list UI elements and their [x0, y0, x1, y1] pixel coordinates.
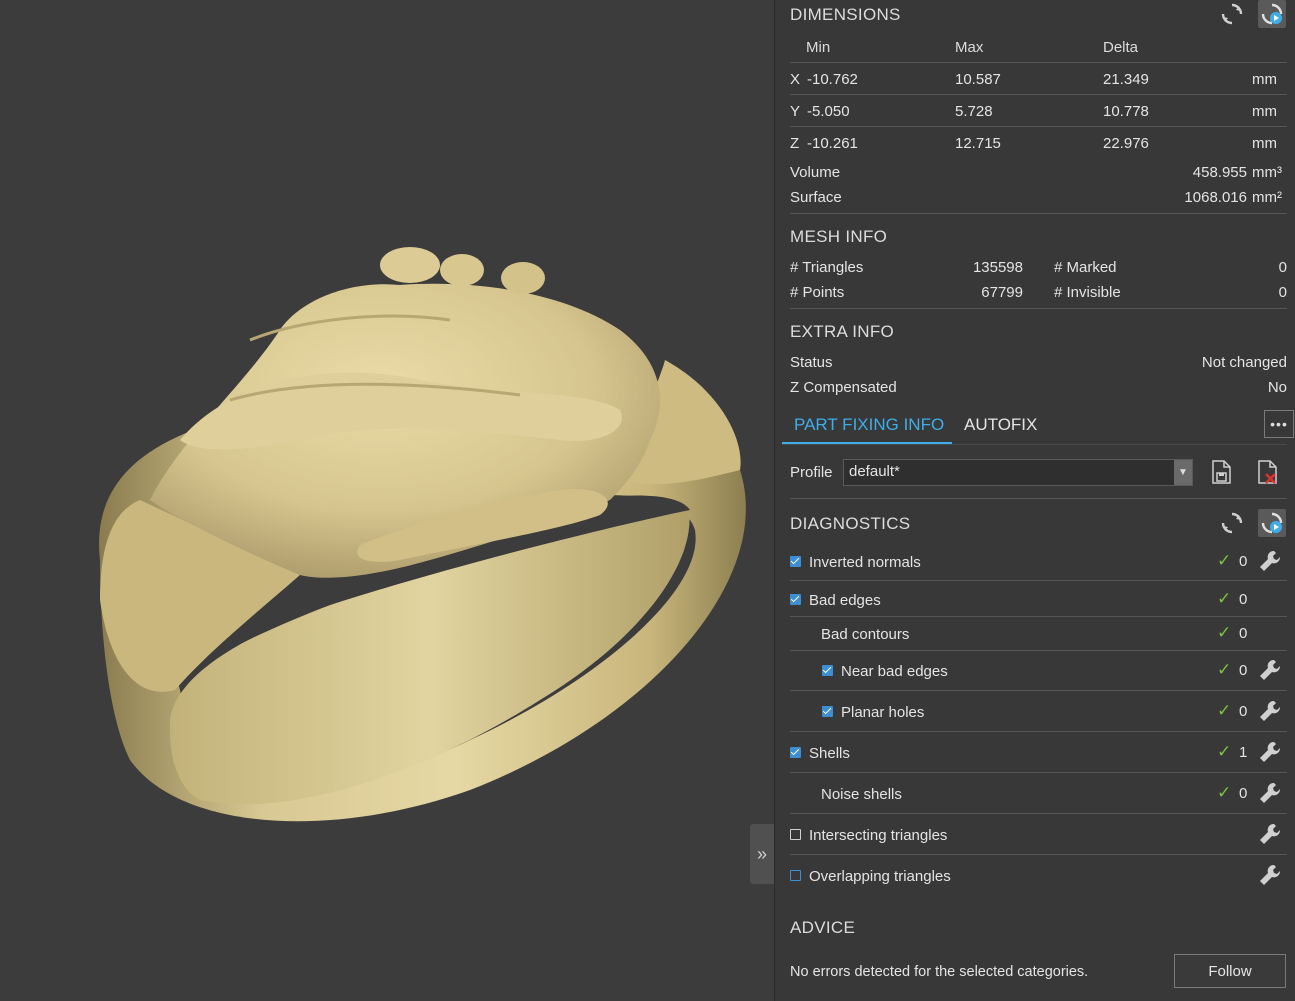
col-header-max: Max: [955, 39, 984, 56]
ring-model: [99, 247, 746, 822]
refresh-icon[interactable]: [1218, 0, 1246, 28]
dim-row-z-unit: mm: [1252, 135, 1277, 152]
diag-item-label: Near bad edges: [841, 663, 948, 680]
surface-unit: mm²: [1252, 189, 1282, 206]
diagnostics-refresh-icon[interactable]: [1218, 509, 1246, 537]
dim-row-z-delta: 22.976: [1103, 135, 1149, 152]
wrench-icon[interactable]: [1257, 821, 1283, 847]
diag-item-label: Inverted normals: [809, 554, 921, 571]
triangles-label: # Triangles: [790, 259, 864, 276]
dim-row-x-max: 10.587: [955, 71, 1001, 88]
diag-item-count: 0: [1239, 625, 1248, 642]
wrench-icon[interactable]: [1257, 739, 1283, 765]
z-compensated-value: No: [1267, 379, 1287, 396]
wrench-icon[interactable]: [1257, 698, 1283, 724]
diag-item-label: Planar holes: [841, 704, 925, 721]
advice-message: No errors detected for the selected cate…: [790, 964, 1089, 980]
profile-select[interactable]: default*: [843, 459, 1193, 486]
col-header-min: Min: [806, 39, 831, 56]
status-label: Status: [790, 354, 833, 371]
dim-row-y-axis: Y: [790, 103, 801, 120]
delete-profile-icon[interactable]: [1253, 458, 1281, 486]
inverted-normals-checkbox[interactable]: [790, 556, 801, 567]
diag-item-label: Overlapping triangles: [809, 868, 951, 885]
diag-item-count: 0: [1239, 553, 1248, 570]
col-header-delta: Delta: [1103, 39, 1139, 56]
diag-item-count: 0: [1239, 662, 1248, 679]
wrench-icon[interactable]: [1257, 548, 1283, 574]
diag-item-count: 0: [1239, 785, 1248, 802]
ok-check-icon: ✓: [1217, 589, 1232, 608]
wrench-icon[interactable]: [1257, 862, 1283, 888]
near-bad-edges-checkbox[interactable]: [822, 665, 833, 676]
planar-holes-checkbox[interactable]: [822, 706, 833, 717]
invisible-label: # Invisible: [1054, 284, 1121, 301]
diagnostics-auto-update-icon[interactable]: [1258, 509, 1286, 537]
diag-item-label: Intersecting triangles: [809, 827, 948, 844]
chevron-down-icon[interactable]: ▼: [1174, 460, 1192, 485]
tab-part-fixing-info[interactable]: PART FIXING INFO: [794, 415, 944, 435]
tab-autofix[interactable]: AUTOFIX: [964, 415, 1037, 435]
diag-item-count: 1: [1239, 744, 1248, 761]
diag-item-label: Bad contours: [821, 626, 910, 643]
marked-label: # Marked: [1054, 259, 1117, 276]
advice-title: ADVICE: [790, 918, 856, 937]
collapse-panel-button[interactable]: »: [750, 824, 774, 884]
ok-check-icon: ✓: [1217, 742, 1232, 761]
mesh-info-title: MESH INFO: [790, 227, 888, 246]
z-compensated-label: Z Compensated: [790, 379, 897, 396]
properties-panel: DIMENSIONS Min Max Delta X -10.762 10.58…: [774, 0, 1295, 1001]
dimensions-title: DIMENSIONS: [790, 5, 901, 24]
shells-checkbox[interactable]: [790, 747, 801, 758]
diag-item-count: 0: [1239, 591, 1248, 608]
diag-item-label: Noise shells: [821, 786, 902, 803]
surface-label: Surface: [790, 189, 842, 206]
dim-row-z-min: -10.261: [807, 135, 858, 152]
dim-row-x-delta: 21.349: [1103, 71, 1149, 88]
dim-row-y-unit: mm: [1252, 103, 1277, 120]
ok-check-icon: ✓: [1217, 623, 1232, 642]
extra-info-title: EXTRA INFO: [790, 322, 895, 341]
triangles-value: 135598: [972, 259, 1023, 276]
dim-row-x-axis: X: [790, 71, 801, 88]
more-options-button[interactable]: •••: [1264, 410, 1294, 438]
diagnostics-title: DIAGNOSTICS: [790, 514, 911, 533]
intersecting-triangles-checkbox[interactable]: [790, 829, 801, 840]
dim-row-z-max: 12.715: [955, 135, 1001, 152]
save-profile-icon[interactable]: [1207, 458, 1235, 486]
marked-value: 0: [1278, 259, 1287, 276]
wrench-icon[interactable]: [1257, 780, 1283, 806]
ok-check-icon: ✓: [1217, 701, 1232, 720]
ok-check-icon: ✓: [1217, 551, 1232, 570]
dim-row-x-unit: mm: [1252, 71, 1277, 88]
volume-unit: mm³: [1252, 164, 1282, 181]
diag-item-count: 0: [1239, 703, 1248, 720]
volume-value: 458.955: [1192, 164, 1247, 181]
surface-value: 1068.016: [1184, 189, 1247, 206]
diag-item-label: Bad edges: [809, 592, 881, 609]
wrench-icon[interactable]: [1257, 657, 1283, 683]
diag-item-label: Shells: [809, 745, 850, 762]
ok-check-icon: ✓: [1217, 783, 1232, 802]
follow-button[interactable]: Follow: [1174, 954, 1286, 988]
overlapping-triangles-checkbox[interactable]: [790, 870, 801, 881]
dim-row-x-min: -10.762: [807, 71, 858, 88]
dim-row-y-min: -5.050: [807, 103, 850, 120]
dim-row-z-axis: Z: [790, 135, 800, 152]
3d-viewport[interactable]: »: [0, 0, 774, 1001]
auto-update-icon[interactable]: [1258, 0, 1286, 28]
bad-edges-checkbox[interactable]: [790, 594, 801, 605]
points-value: 67799: [981, 284, 1023, 301]
profile-label: Profile: [790, 464, 833, 481]
ok-check-icon: ✓: [1217, 660, 1232, 679]
dim-row-y-delta: 10.778: [1103, 103, 1149, 120]
invisible-value: 0: [1278, 284, 1287, 301]
points-label: # Points: [790, 284, 845, 301]
volume-label: Volume: [790, 164, 841, 181]
dim-row-y-max: 5.728: [955, 103, 993, 120]
status-value: Not changed: [1201, 354, 1287, 371]
